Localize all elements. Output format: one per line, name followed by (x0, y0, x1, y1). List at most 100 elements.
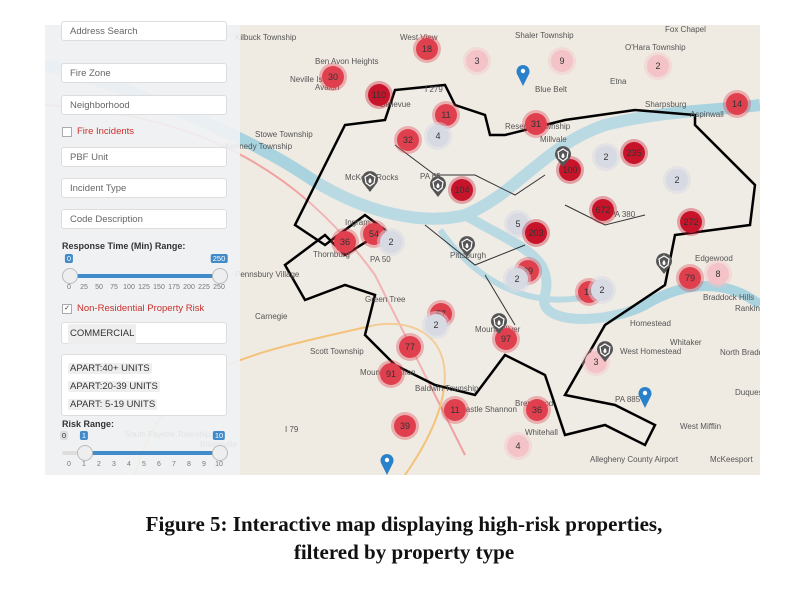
risk-cluster-marker[interactable]: 32 (397, 129, 419, 151)
nonres-risk-label: Non-Residential Property Risk (77, 303, 205, 314)
property-type-tag: COMMERCIAL (68, 324, 137, 344)
map-place-label: Homestead (630, 319, 671, 328)
neighborhood-input[interactable]: Neighborhood (61, 95, 227, 115)
fire-incidents-checkbox[interactable] (62, 126, 72, 137)
risk-cluster-marker[interactable]: 39 (394, 415, 416, 437)
incident-type-input[interactable]: Incident Type (61, 178, 227, 198)
slider-tick-label: 75 (110, 284, 118, 291)
address-search-input[interactable]: Address Search (61, 21, 227, 41)
risk-cluster-marker[interactable]: 14 (726, 93, 748, 115)
map-place-label: I 79 (285, 425, 299, 434)
map-place-label: I 279 (425, 85, 443, 94)
response-time-slider[interactable]: 0 250 0 25 50 75 100 125 150 175 200 225 250 (62, 254, 228, 300)
slider-min-value: 0 (64, 254, 74, 263)
slider-tick-label: 0 (67, 461, 71, 468)
fire-incidents-toggle[interactable]: Fire Incidents (62, 126, 134, 137)
response-time-label: Response Time (Min) Range: (62, 241, 186, 251)
figure-caption: Figure 5: Interactive map displaying hig… (0, 510, 808, 566)
property-type-select[interactable]: COMMERCIAL (61, 322, 227, 344)
slider-tick-label: 250 (213, 284, 225, 291)
map-place-label: O'Hara Township (625, 43, 686, 52)
property-subtype-select[interactable]: APART:40+ UNITS APART:20-39 UNITS APART: 5… (61, 354, 227, 416)
fire-station-pin-icon[interactable] (596, 340, 614, 362)
slider-tick-label: 125 (138, 284, 150, 291)
risk-cluster-marker[interactable]: 2 (666, 169, 688, 191)
risk-cluster-marker[interactable]: 79 (679, 267, 701, 289)
map-place-label: Edgewood (695, 254, 733, 263)
risk-cluster-marker[interactable]: 11 (444, 399, 466, 421)
map-place-label: Allegheny County Airport (590, 455, 679, 464)
map-place-label: Scott Township (310, 347, 364, 356)
slider-tick-label: 9 (202, 461, 206, 468)
slider-min-value: 1 (79, 431, 89, 440)
pbf-unit-input[interactable]: PBF Unit (61, 147, 227, 167)
risk-cluster-marker[interactable]: 104 (451, 179, 473, 201)
slider-min-handle[interactable] (62, 268, 78, 284)
slider-tick-label: 7 (172, 461, 176, 468)
slider-max-handle[interactable] (212, 445, 228, 461)
risk-cluster-marker[interactable]: 235 (623, 142, 645, 164)
risk-cluster-marker[interactable]: 2 (647, 55, 669, 77)
risk-cluster-marker[interactable]: 203 (525, 222, 547, 244)
risk-cluster-marker[interactable]: 4 (427, 125, 449, 147)
fire-station-pin-icon[interactable] (554, 145, 572, 167)
slider-tick-label: 50 (95, 284, 103, 291)
risk-cluster-marker[interactable]: 91 (380, 363, 402, 385)
risk-cluster-marker[interactable]: 36 (334, 231, 356, 253)
map-place-label: PA 50 (370, 255, 391, 264)
nonres-risk-checkbox[interactable]: ✓ (62, 303, 72, 314)
fire-zone-input[interactable]: Fire Zone (61, 63, 227, 83)
slider-selected-range (84, 451, 219, 455)
map-place-label: Castle Shannon (460, 405, 517, 414)
risk-cluster-marker[interactable]: 4 (507, 435, 529, 457)
slider-tick-label: 200 (183, 284, 195, 291)
caption-line-2: filtered by property type (293, 540, 515, 564)
risk-cluster-marker[interactable]: 672 (592, 199, 614, 221)
risk-cluster-marker[interactable]: 2 (425, 314, 447, 336)
risk-cluster-marker[interactable]: 8 (707, 263, 729, 285)
map-place-label: Fox Chapel (665, 25, 706, 34)
risk-cluster-marker[interactable]: 2 (591, 279, 613, 301)
slider-tick-label: 225 (198, 284, 210, 291)
map-place-label: West Mifflin (680, 422, 722, 431)
fire-station-pin-icon[interactable] (458, 235, 476, 257)
map-place-label: Sharpsburg (645, 100, 687, 109)
fire-station-pin-icon[interactable] (490, 312, 508, 334)
risk-cluster-marker[interactable]: 31 (525, 113, 547, 135)
blue-location-pin-icon[interactable] (638, 386, 652, 408)
blue-location-pin-icon[interactable] (380, 453, 394, 475)
slider-tick-label: 3 (112, 461, 116, 468)
risk-cluster-marker[interactable]: 30 (322, 66, 344, 88)
risk-cluster-marker[interactable]: 2 (595, 146, 617, 168)
risk-cluster-marker[interactable]: 2 (380, 231, 402, 253)
risk-cluster-marker[interactable]: 36 (526, 399, 548, 421)
risk-cluster-marker[interactable]: 77 (399, 336, 421, 358)
map-place-label: Millvale (540, 135, 567, 144)
fire-station-pin-icon[interactable] (429, 175, 447, 197)
blue-location-pin-icon[interactable] (516, 64, 530, 86)
map-place-label: Green Tree (365, 295, 406, 304)
map-place-label: PA 885 (615, 395, 641, 404)
caption-line-1: Figure 5: Interactive map displaying hig… (145, 512, 663, 536)
risk-cluster-marker[interactable]: 2 (506, 268, 528, 290)
map-place-label: Carnegie (255, 312, 288, 321)
slider-tick-label: 0 (67, 284, 71, 291)
slider-tick-label: 100 (123, 284, 135, 291)
map-place-label: Shaler Township (515, 31, 574, 40)
nonres-risk-toggle[interactable]: ✓ Non-Residential Property Risk (62, 303, 204, 314)
map-place-label: Baldwin Township (415, 384, 479, 393)
slider-min-handle[interactable] (77, 445, 93, 461)
risk-cluster-marker[interactable]: 9 (551, 50, 573, 72)
slider-max-handle[interactable] (212, 268, 228, 284)
risk-cluster-marker[interactable]: 272 (680, 211, 702, 233)
risk-cluster-marker[interactable]: 110 (368, 84, 390, 106)
code-description-input[interactable]: Code Description (61, 209, 227, 229)
risk-cluster-marker[interactable]: 11 (435, 104, 457, 126)
slider-tick-label: 10 (215, 461, 223, 468)
risk-range-slider[interactable]: 1 10 0 0 1 2 3 4 5 6 7 8 9 10 (59, 431, 228, 477)
fire-station-pin-icon[interactable] (655, 252, 673, 274)
map-place-label: Whitehall (525, 428, 558, 437)
risk-cluster-marker[interactable]: 18 (416, 38, 438, 60)
risk-cluster-marker[interactable]: 3 (466, 50, 488, 72)
fire-station-pin-icon[interactable] (361, 170, 379, 192)
